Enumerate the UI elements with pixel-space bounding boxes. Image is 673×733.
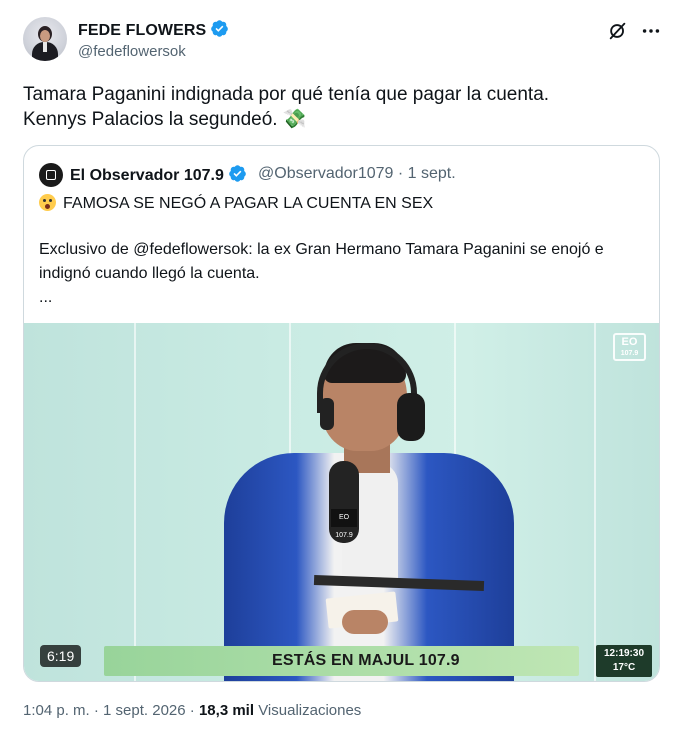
- tweet-meta: 1:04 p. m. · 1 sept. 2026 · 18,3 mil Vis…: [23, 702, 361, 719]
- verified-badge-icon: [229, 165, 246, 182]
- quoted-body-line: ...: [39, 289, 53, 306]
- headphone-right: [397, 393, 425, 441]
- quoted-body-line: Exclusivo de @fedeflowersok: la ex Gran …: [39, 241, 604, 258]
- quoted-body: Exclusivo de @fedeflowersok: la ex Gran …: [39, 238, 649, 310]
- quoted-headline-text: FAMOSA SE NEGÓ A PAGAR LA CUENTA EN SEX: [63, 195, 434, 212]
- flushed-face-icon: [39, 194, 56, 211]
- author-name[interactable]: FEDE FLOWERS: [78, 22, 206, 39]
- quoted-author-name: El Observador 107.9: [70, 167, 224, 184]
- wall-panel: [134, 323, 136, 681]
- author-name-row[interactable]: FEDE FLOWERS: [78, 19, 229, 40]
- views-count: 18,3 mil: [198, 702, 255, 719]
- verified-badge-icon: [211, 20, 229, 37]
- author-avatar[interactable]: [23, 17, 67, 61]
- station-logo: EO 107.9: [613, 333, 646, 361]
- quoted-author-name-row: El Observador 107.9: [70, 164, 247, 185]
- grok-icon[interactable]: [607, 20, 629, 42]
- avatar-shirt: [43, 42, 47, 52]
- clock-time: 12:19:30: [603, 648, 645, 659]
- tweet-line: Kennys Palacios la segundeó. 💸: [23, 109, 307, 130]
- author-handle[interactable]: @fedeflowersok: [78, 43, 186, 60]
- quoted-author-handle-date: @Observador1079 · 1 sept.: [258, 165, 456, 182]
- tweet-time[interactable]: 1:04 p. m.: [23, 702, 90, 719]
- clock-widget: 12:19:30 17°C: [596, 645, 652, 677]
- lower-third-text: ESTÁS EN MAJUL 107.9: [272, 652, 460, 669]
- station-logo-bottom: 107.9: [620, 350, 639, 357]
- wall-panel: [594, 323, 596, 681]
- more-icon[interactable]: [640, 20, 662, 42]
- meta-separator: ·: [189, 702, 195, 719]
- quoted-headline: FAMOSA SE NEGÓ A PAGAR LA CUENTA EN SEX: [39, 194, 433, 213]
- video-player[interactable]: EO 107.9 EO 107.9 ESTÁS EN MAJUL 107.9 1…: [24, 323, 659, 681]
- meta-separator: ·: [93, 702, 99, 719]
- quoted-tweet-card[interactable]: El Observador 107.9 @Observador1079 · 1 …: [23, 145, 660, 682]
- avatar-face: [40, 30, 50, 42]
- tweet-line: Tamara Paganini indignada por qué tenía …: [23, 84, 550, 105]
- headphone-left: [320, 398, 334, 430]
- station-logo-top: EO: [621, 336, 638, 348]
- quoted-body-line: indignó cuando llegó la cuenta.: [39, 265, 260, 282]
- tweet-text: Tamara Paganini indignada por qué tenía …: [23, 82, 653, 132]
- quoted-author-avatar[interactable]: [39, 163, 63, 187]
- tweet-date[interactable]: 1 sept. 2026: [103, 702, 186, 719]
- clock-temp: 17°C: [612, 662, 636, 673]
- views-label: Visualizaciones: [258, 702, 362, 719]
- video-duration-badge: 6:19: [40, 645, 82, 667]
- person-hand: [342, 610, 388, 634]
- mic-logo: EO 107.9: [331, 509, 357, 539]
